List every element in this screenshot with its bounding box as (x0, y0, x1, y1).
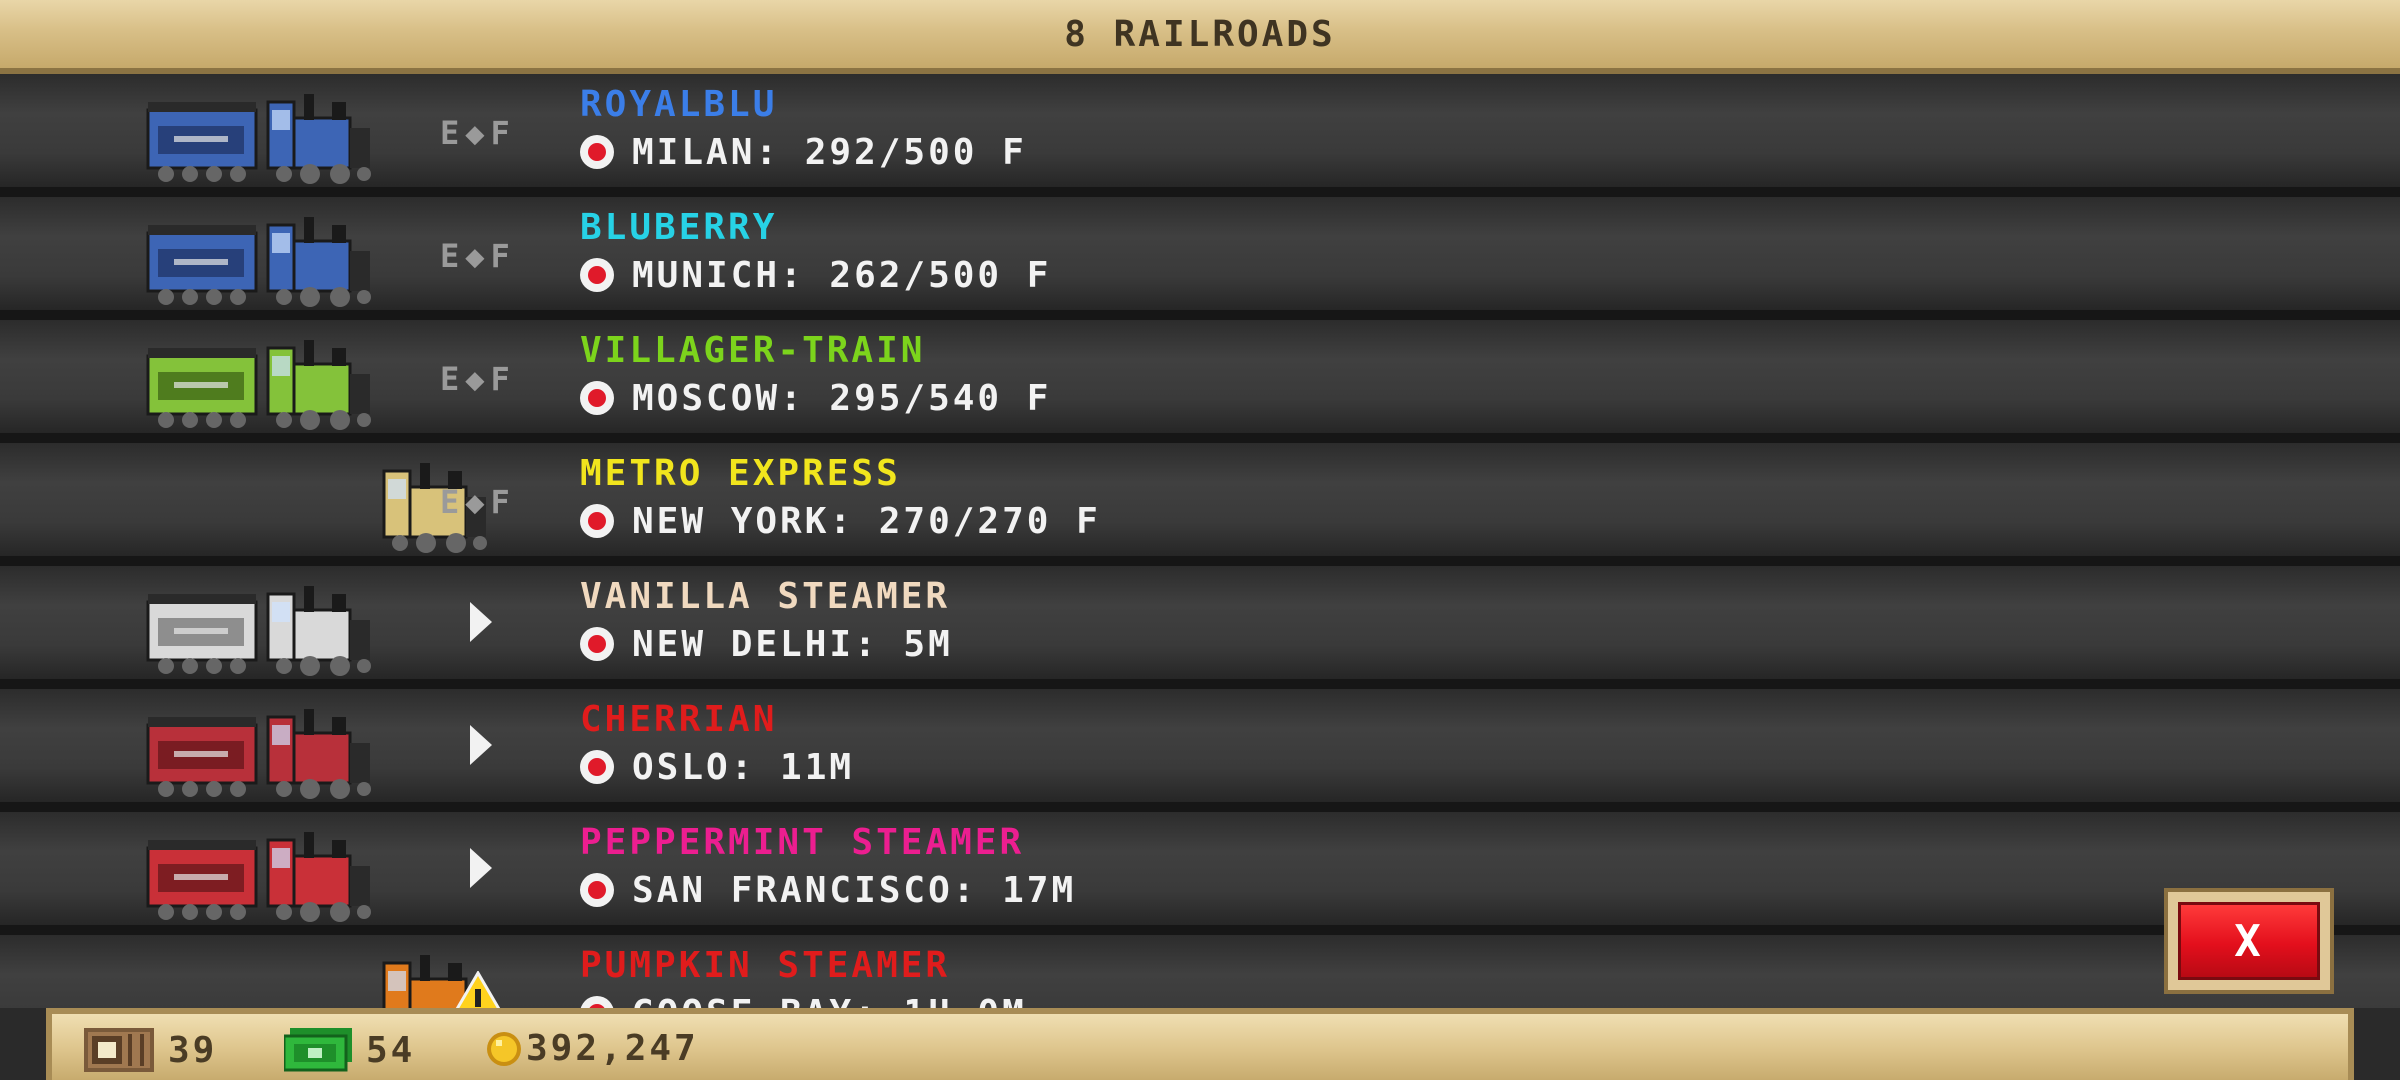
fuel-gauge: E ◆ F (440, 360, 512, 398)
destination-pin-icon (580, 258, 614, 292)
coin-icon (487, 1031, 521, 1066)
destination-text: GOOSE BAY: 1H 0M (632, 993, 1027, 1009)
train-name: PUMPKIN STEAMER (580, 945, 951, 986)
train-destination: OSLO: 11M (580, 743, 854, 791)
train-sprite (144, 334, 376, 436)
fuel-arrow-icon: ◆ (465, 360, 487, 398)
destination-text: NEW YORK: 270/270 F (632, 500, 1101, 542)
destination-pin-icon (580, 381, 614, 415)
train-sprite (144, 703, 376, 805)
fuel-full-label: F (490, 483, 512, 521)
train-destination: GOOSE BAY: 1H 0M (580, 989, 1027, 1008)
train-sprite (144, 826, 376, 928)
resource-bar: 39 54 392,247 (46, 1008, 2354, 1080)
play-icon[interactable] (470, 602, 492, 642)
train-sprite (144, 88, 376, 190)
train-name: METRO EXPRESS (580, 453, 901, 494)
destination-text: MUNICH: 262/500 F (632, 254, 1052, 296)
crates-counter: 39 (84, 1028, 217, 1072)
fuel-empty-label: E (440, 360, 462, 398)
fuel-arrow-icon: ◆ (465, 483, 487, 521)
play-icon[interactable] (470, 848, 492, 888)
train-row[interactable]: E ◆ F VILLAGER-TRAIN MOSCOW: 295/540 F (0, 320, 2400, 443)
train-sprite-icon (146, 832, 371, 922)
train-sprite-icon (146, 217, 371, 307)
destination-pin-icon (580, 504, 614, 538)
crates-value: 39 (168, 1029, 218, 1071)
train-destination: SAN FRANCISCO: 17M (580, 866, 1076, 914)
destination-text: SAN FRANCISCO: 17M (632, 869, 1077, 911)
train-name: VANILLA STEAMER (580, 576, 951, 617)
cash-value: 54 (366, 1029, 416, 1071)
destination-pin-icon (580, 873, 614, 907)
fuel-empty-label: E (440, 114, 462, 152)
warning-icon (455, 970, 501, 1008)
destination-pin-icon (580, 750, 614, 784)
fuel-full-label: F (490, 360, 512, 398)
crate-icon (84, 1028, 154, 1072)
play-icon[interactable] (470, 725, 492, 765)
destination-text: MOSCOW: 295/540 F (632, 377, 1052, 419)
train-name: BLUBERRY (580, 207, 778, 248)
train-list[interactable]: E ◆ F ROYALBLU MILAN: 292/500 F E ◆ F BLUBERRY M… (0, 74, 2400, 1008)
destination-pin-icon (580, 135, 614, 169)
fuel-gauge: E ◆ F (440, 237, 512, 275)
warning-icon (440, 970, 508, 1008)
train-row[interactable]: PEPPERMINT STEAMER SAN FRANCISCO: 17M (0, 812, 2400, 935)
coins-counter: 392,247 (486, 1028, 699, 1069)
play-icon (440, 848, 492, 888)
train-row[interactable]: E ◆ F ROYALBLU MILAN: 292/500 F (0, 74, 2400, 197)
fuel-full-label: F (490, 237, 512, 275)
fuel-arrow-icon: ◆ (465, 114, 487, 152)
train-name: VILLAGER-TRAIN (580, 330, 926, 371)
train-sprite-icon (146, 340, 371, 430)
train-sprite-icon (146, 586, 371, 676)
train-destination: MOSCOW: 295/540 F (580, 374, 1051, 422)
destination-pin-icon (580, 996, 614, 1008)
train-destination: NEW YORK: 270/270 F (580, 497, 1101, 545)
train-sprite (144, 580, 376, 682)
destination-text: MILAN: 292/500 F (632, 131, 1027, 173)
train-destination: MILAN: 292/500 F (580, 128, 1027, 176)
fuel-arrow-icon: ◆ (465, 237, 487, 275)
cash-counter: 54 (284, 1028, 415, 1072)
fuel-empty-label: E (440, 483, 462, 521)
train-row[interactable]: VANILLA STEAMER NEW DELHI: 5M (0, 566, 2400, 689)
destination-text: NEW DELHI: 5M (632, 623, 953, 665)
train-row[interactable]: CHERRIAN OSLO: 11M (0, 689, 2400, 812)
train-sprite-icon (146, 94, 371, 184)
fuel-full-label: F (490, 114, 512, 152)
destination-pin-icon (580, 627, 614, 661)
train-destination: NEW DELHI: 5M (580, 620, 953, 668)
close-button[interactable]: X (2164, 888, 2334, 994)
train-destination: MUNICH: 262/500 F (580, 251, 1051, 299)
coins-value: 392,247 (526, 1028, 699, 1069)
train-sprite-icon (146, 709, 371, 799)
page-title: 8 RAILROADS (1064, 14, 1336, 55)
play-icon (440, 725, 492, 765)
fuel-gauge: E ◆ F (440, 114, 512, 152)
destination-text: OSLO: 11M (632, 746, 855, 788)
train-name: PEPPERMINT STEAMER (580, 822, 1025, 863)
train-sprite (144, 211, 376, 313)
train-row[interactable]: PUMPKIN STEAMER GOOSE BAY: 1H 0M (0, 935, 2400, 1008)
train-name: CHERRIAN (580, 699, 778, 740)
train-row[interactable]: E ◆ F BLUBERRY MUNICH: 262/500 F (0, 197, 2400, 320)
fuel-empty-label: E (440, 237, 462, 275)
play-icon (440, 602, 492, 642)
train-name: ROYALBLU (580, 84, 778, 125)
fuel-gauge: E ◆ F (440, 483, 512, 521)
header-bar: 8 RAILROADS (0, 0, 2400, 74)
train-row[interactable]: E ◆ F METRO EXPRESS NEW YORK: 270/270 F (0, 443, 2400, 566)
close-icon: X (2178, 902, 2320, 980)
cash-icon (284, 1028, 352, 1072)
